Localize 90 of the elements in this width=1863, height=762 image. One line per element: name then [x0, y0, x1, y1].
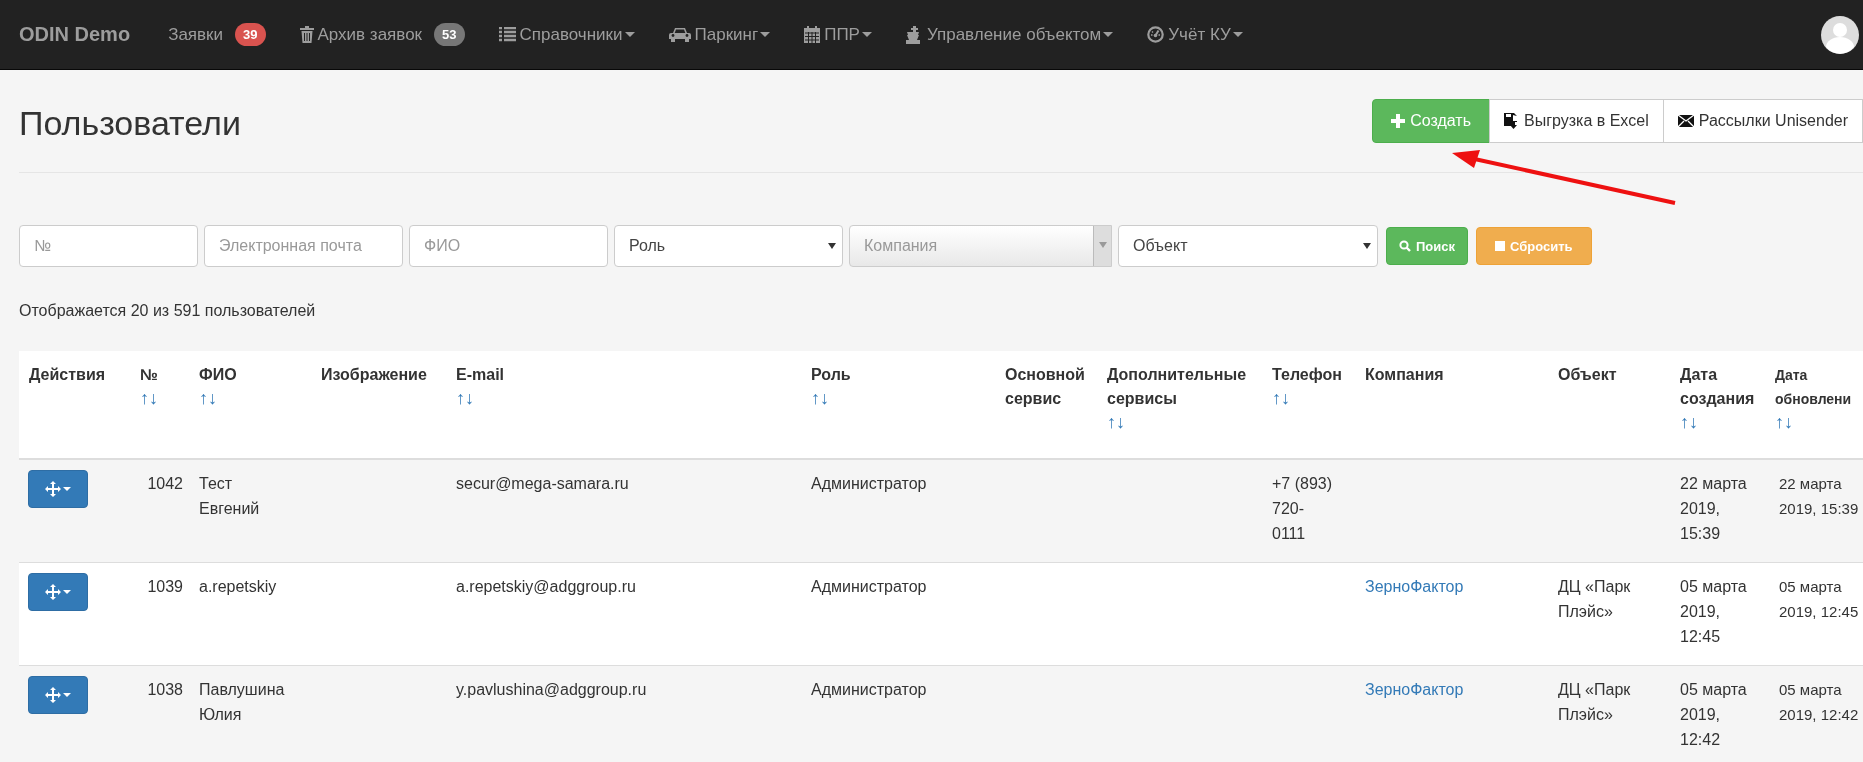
nav-link[interactable]: Справочники	[498, 24, 635, 45]
move-arrows-icon	[45, 687, 61, 703]
table-cell-text: 22 марта 2019, 15:39	[1779, 474, 1859, 519]
nav-link[interactable]: Архив заявок 53	[299, 23, 465, 46]
sort-arrows-icon[interactable]: ↑↓	[1107, 411, 1125, 433]
table-cell-text: 05 марта 2019, 12:42	[1680, 680, 1747, 750]
table-cell-text: 1038	[146, 680, 183, 700]
column-header[interactable]: Дополнительные сервисы	[1107, 363, 1247, 411]
column-header[interactable]: E-mail	[456, 363, 504, 387]
table-cell-text: Администратор	[811, 577, 927, 597]
caret-icon	[1103, 32, 1114, 37]
nav-link[interactable]: Паркинг	[668, 24, 771, 45]
caret-icon	[624, 32, 635, 37]
envelope-icon	[1677, 115, 1694, 127]
trash-icon	[299, 26, 314, 43]
table-cell-text: 22 марта 2019, 15:39	[1680, 474, 1747, 544]
column-header[interactable]: Компания	[1365, 363, 1444, 387]
nav-link[interactable]: Заявки 39	[168, 23, 266, 46]
table-cell-text: ДЦ «Парк Плэйс»	[1558, 577, 1631, 622]
table-cell-text: 05 марта 2019, 12:42	[1779, 680, 1859, 725]
save-download-icon	[1504, 113, 1519, 129]
filter-field[interactable]: Электронная почта	[204, 225, 403, 267]
move-arrows-icon	[45, 584, 61, 600]
table-cell-text: 1039	[146, 577, 183, 597]
column-header[interactable]: №	[140, 363, 158, 387]
gauge-icon	[1147, 26, 1165, 43]
table-cell-text: Тест Евгений	[199, 474, 260, 519]
column-header[interactable]: Дата создания	[1680, 363, 1755, 411]
nav-link[interactable]: Управление объектом	[905, 24, 1114, 45]
nav-link[interactable]: Учёт КУ	[1147, 24, 1243, 45]
calendar-icon	[804, 26, 821, 43]
filter-dropdown[interactable]: Роль	[614, 225, 843, 267]
column-header[interactable]: Дата обновлени	[1775, 363, 1852, 411]
sort-arrows-icon[interactable]: ↑↓	[199, 387, 217, 409]
sort-arrows-icon[interactable]: ↑↓	[1775, 411, 1793, 433]
caret-icon	[1232, 32, 1243, 37]
caret-icon	[63, 590, 71, 594]
column-header[interactable]: Роль	[811, 363, 851, 387]
sort-arrows-icon[interactable]: ↑↓	[1272, 387, 1290, 409]
table-cell-text: 05 марта 2019, 12:45	[1779, 577, 1859, 622]
plus-icon	[1391, 114, 1406, 128]
company-link[interactable]: ЗерноФактор	[1365, 677, 1464, 702]
car-icon	[668, 27, 691, 42]
table-cell-text: +7 (893) 720- 0111	[1272, 474, 1333, 544]
avatar[interactable]	[1821, 15, 1859, 54]
nav-link[interactable]: ППР	[804, 24, 872, 45]
sort-arrows-icon[interactable]: ↑↓	[811, 387, 829, 409]
actions-button[interactable]	[28, 573, 88, 611]
column-header[interactable]: Телефон	[1272, 363, 1342, 387]
column-header[interactable]: Изображение	[321, 363, 427, 387]
table-cell-text: Администратор	[811, 680, 927, 700]
brand-logo[interactable]: ODIN Demo	[19, 23, 131, 46]
actions-button[interactable]	[28, 470, 88, 508]
export-button[interactable]: Выгрузка в Excel	[1489, 99, 1664, 143]
actions-button[interactable]	[28, 676, 88, 714]
column-header[interactable]: Действия	[29, 363, 106, 387]
company-link[interactable]: ЗерноФактор	[1365, 574, 1464, 599]
filter-dropdown[interactable]: Объект	[1118, 225, 1378, 267]
column-header[interactable]: ФИО	[199, 363, 237, 387]
search-icon	[1399, 240, 1411, 252]
column-header[interactable]: Объект	[1558, 363, 1617, 387]
count-badge: 53	[434, 23, 465, 46]
caret-icon	[760, 32, 771, 37]
caret-icon	[63, 693, 71, 697]
table-cell-text: secur@mega-samara.ru	[456, 474, 629, 494]
sort-arrows-icon[interactable]: ↑↓	[1680, 411, 1698, 433]
mailing-button[interactable]: Рассылки Unisender	[1662, 99, 1863, 143]
page-title: Пользователи	[19, 102, 241, 143]
filter-field[interactable]: №	[19, 225, 198, 267]
table-cell-text: 1042	[146, 474, 183, 494]
move-arrows-icon	[45, 481, 61, 497]
dropdown-arrow-icon	[828, 243, 836, 249]
chess-piece-icon	[905, 25, 923, 44]
caret-icon	[861, 32, 872, 37]
table-cell-text: 05 марта 2019, 12:45	[1680, 577, 1747, 647]
table-cell-text: y.pavlushina@adggroup.ru	[456, 680, 647, 700]
table-cell-text: ДЦ «Парк Плэйс»	[1558, 680, 1631, 725]
square-icon	[1495, 241, 1505, 251]
dropdown-arrow-icon	[1363, 243, 1371, 249]
list-icon	[498, 27, 516, 42]
caret-icon	[63, 487, 71, 491]
table-cell-text: a.repetskiy@adggroup.ru	[456, 577, 636, 597]
table-cell-text: Павлушина Юлия	[199, 680, 285, 725]
filter-field[interactable]: ФИО	[409, 225, 608, 267]
results-count: Отображается 20 из 591 пользователей	[19, 301, 317, 321]
sort-arrows-icon[interactable]: ↑↓	[456, 387, 474, 409]
sort-arrows-icon[interactable]: ↑↓	[140, 387, 158, 409]
table-cell-text: a.repetskiy	[199, 577, 277, 597]
table-cell-text: Администратор	[811, 474, 927, 494]
count-badge: 39	[235, 23, 266, 46]
